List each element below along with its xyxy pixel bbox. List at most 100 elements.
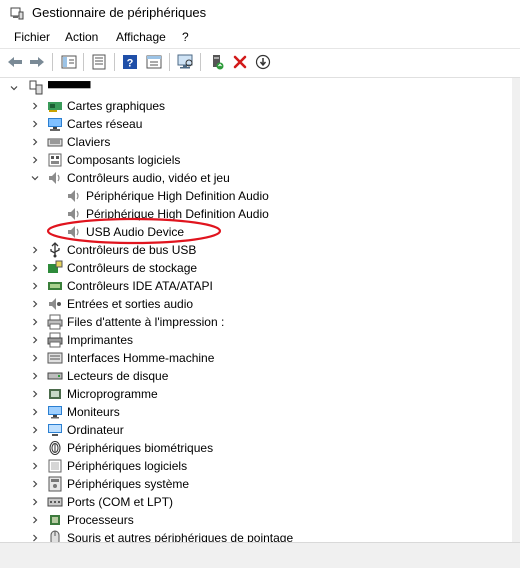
chevron-right-icon[interactable] xyxy=(30,457,40,475)
device-manager-app-icon xyxy=(10,7,24,20)
tree-item-label: Moniteurs xyxy=(67,405,120,419)
tree-category[interactable]: Lecteurs de disque xyxy=(0,367,512,385)
keyboard-icon xyxy=(47,134,63,150)
chevron-right-icon[interactable] xyxy=(30,97,40,115)
tree-category[interactable]: Périphériques biométriques xyxy=(0,439,512,457)
mouse-icon xyxy=(47,530,63,542)
tree-category[interactable]: Composants logiciels xyxy=(0,151,512,169)
menu-affichage[interactable]: Affichage xyxy=(114,30,168,44)
update-driver-icon[interactable] xyxy=(208,53,226,71)
speaker-icon xyxy=(66,188,82,204)
tree-item-label: Cartes réseau xyxy=(67,117,143,131)
tree-root[interactable]: ▀▀▀▀▀ xyxy=(0,79,512,97)
toolbar: ? xyxy=(0,48,520,78)
software-device-icon xyxy=(47,458,63,474)
chevron-right-icon[interactable] xyxy=(30,511,40,529)
tree-category[interactable]: Cartes réseau xyxy=(0,115,512,133)
toolbar-separator xyxy=(169,53,170,71)
tree-category[interactable]: Entrées et sorties audio xyxy=(0,295,512,313)
disable-device-icon[interactable] xyxy=(254,53,272,71)
tree-device[interactable]: Périphérique High Definition Audio xyxy=(0,187,512,205)
chevron-right-icon[interactable] xyxy=(30,475,40,493)
tree-item-label: Périphériques système xyxy=(67,477,190,491)
print-queue-icon xyxy=(47,314,63,330)
chevron-right-icon[interactable] xyxy=(30,493,40,511)
tree-item-label: Lecteurs de disque xyxy=(67,369,169,383)
tree-category[interactable]: Périphériques système xyxy=(0,475,512,493)
help-icon[interactable]: ? xyxy=(121,53,139,71)
action-pane-icon[interactable] xyxy=(145,53,163,71)
menu-action[interactable]: Action xyxy=(63,30,100,44)
toolbar-separator xyxy=(200,53,201,71)
tree-category[interactable]: Ports (COM et LPT) xyxy=(0,493,512,511)
tree-category[interactable]: Moniteurs xyxy=(0,403,512,421)
toolbar-separator xyxy=(114,53,115,71)
tree-item-label: Composants logiciels xyxy=(67,153,181,167)
disk-drive-icon xyxy=(47,368,63,384)
menu-bar: Fichier Action Affichage ? xyxy=(0,28,520,48)
tree-category[interactable]: Contrôleurs audio, vidéo et jeu xyxy=(0,169,512,187)
hid-icon xyxy=(47,350,63,366)
chevron-right-icon[interactable] xyxy=(30,529,40,542)
tree-category[interactable]: Interfaces Homme-machine xyxy=(0,349,512,367)
tree-item-label: Souris et autres périphériques de pointa… xyxy=(67,531,294,542)
menu-help[interactable]: ? xyxy=(180,30,191,44)
chevron-right-icon[interactable] xyxy=(30,367,40,385)
status-bar xyxy=(0,542,520,568)
system-device-icon xyxy=(47,476,63,492)
tree-item-label: Périphériques biométriques xyxy=(67,441,214,455)
tree-category[interactable]: Imprimantes xyxy=(0,331,512,349)
chevron-right-icon[interactable] xyxy=(30,385,40,403)
vertical-scrollbar[interactable] xyxy=(512,78,520,542)
toolbar-separator xyxy=(52,53,53,71)
software-component-icon xyxy=(47,152,63,168)
tree-category[interactable]: Souris et autres périphériques de pointa… xyxy=(0,529,512,542)
forward-arrow-icon[interactable] xyxy=(28,53,46,71)
chevron-right-icon[interactable] xyxy=(30,295,40,313)
chevron-right-icon[interactable] xyxy=(30,241,40,259)
computer-icon xyxy=(47,422,63,438)
uninstall-device-icon[interactable] xyxy=(231,53,249,71)
tree-item-label: Interfaces Homme-machine xyxy=(67,351,215,365)
chevron-right-icon[interactable] xyxy=(30,331,40,349)
chevron-right-icon[interactable] xyxy=(30,403,40,421)
scan-hardware-icon[interactable] xyxy=(176,53,194,71)
chevron-right-icon[interactable] xyxy=(30,259,40,277)
firmware-icon xyxy=(47,386,63,402)
window-title: Gestionnaire de périphériques xyxy=(32,5,207,20)
tree-category[interactable]: Périphériques logiciels xyxy=(0,457,512,475)
chevron-right-icon[interactable] xyxy=(30,115,40,133)
chevron-right-icon[interactable] xyxy=(30,439,40,457)
tree-item-label: Contrôleurs IDE ATA/ATAPI xyxy=(67,279,213,293)
title-bar: Gestionnaire de périphériques xyxy=(0,0,520,28)
back-arrow-icon[interactable] xyxy=(6,53,24,71)
menu-fichier[interactable]: Fichier xyxy=(12,30,52,44)
tree-category[interactable]: Ordinateur xyxy=(0,421,512,439)
show-hide-console-tree-icon[interactable] xyxy=(60,53,78,71)
tree-item-label: Processeurs xyxy=(67,513,134,527)
chevron-down-icon[interactable] xyxy=(30,169,40,187)
speaker-icon xyxy=(47,170,63,186)
chevron-right-icon[interactable] xyxy=(30,133,40,151)
annotation-circle xyxy=(46,217,222,245)
tree-category[interactable]: Contrôleurs de stockage xyxy=(0,259,512,277)
tree-category[interactable]: Contrôleurs IDE ATA/ATAPI xyxy=(0,277,512,295)
tree-category[interactable]: Files d'attente à l'impression : xyxy=(0,313,512,331)
svg-text:?: ? xyxy=(127,58,134,70)
tree-category[interactable]: Microprogramme xyxy=(0,385,512,403)
chevron-right-icon[interactable] xyxy=(30,421,40,439)
tree-category[interactable]: Claviers xyxy=(0,133,512,151)
chevron-right-icon[interactable] xyxy=(30,349,40,367)
chevron-right-icon[interactable] xyxy=(30,313,40,331)
properties-icon[interactable] xyxy=(90,53,108,71)
chevron-right-icon[interactable] xyxy=(30,151,40,169)
ide-controller-icon xyxy=(47,278,63,294)
tree-category[interactable]: Processeurs xyxy=(0,511,512,529)
chevron-down-icon[interactable] xyxy=(9,79,19,97)
tree-item-label: Périphériques logiciels xyxy=(67,459,188,473)
chevron-right-icon[interactable] xyxy=(30,277,40,295)
tree-category[interactable]: Cartes graphiques xyxy=(0,97,512,115)
tree-item-label: Cartes graphiques xyxy=(67,99,166,113)
computer-root-icon xyxy=(28,80,44,96)
device-tree[interactable]: ▀▀▀▀▀ Cartes graphiques Cartes réseau Clavi… xyxy=(0,78,512,542)
